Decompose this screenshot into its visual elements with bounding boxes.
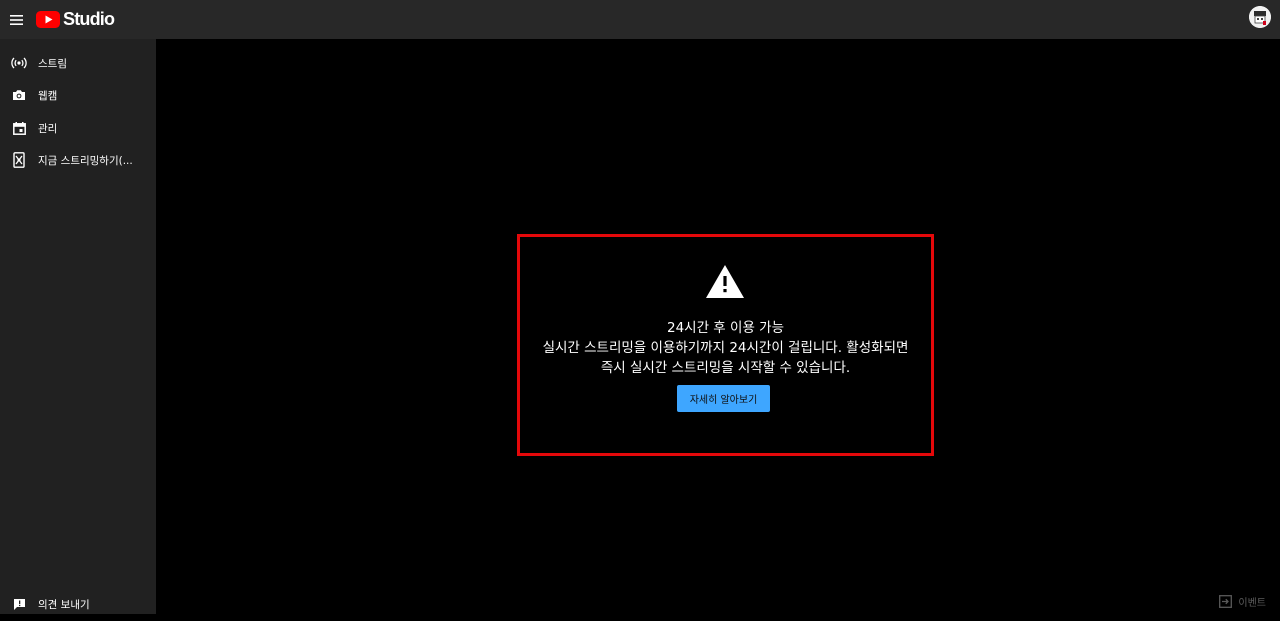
youtube-logo-icon — [36, 11, 60, 28]
calendar-icon — [0, 112, 38, 144]
sidebar-item-webcam[interactable]: 웹캠 — [0, 79, 156, 111]
send-feedback-label: 의견 보내기 — [38, 599, 90, 611]
avatar-image-icon — [1249, 6, 1271, 28]
send-feedback-button[interactable]: 의견 보내기 — [0, 595, 156, 614]
warning-icon — [706, 265, 744, 298]
alert-title: 24시간 후 이용 가능 — [667, 320, 784, 336]
logo-text: Studio — [63, 9, 115, 29]
alert-content: 24시간 후 이용 가능 실시간 스트리밍을 이용하기까지 24시간이 걸립니다… — [520, 237, 931, 453]
broadcast-icon — [0, 47, 38, 79]
exit-arrow-icon — [1219, 594, 1233, 608]
hamburger-menu-button[interactable] — [2, 0, 30, 39]
sidebar-item-stream[interactable]: 스트림 — [0, 47, 156, 79]
sidebar: 스트림 웹캠 관리 지금 스트리밍하기(... 의견 보내기 — [0, 39, 156, 614]
sidebar-item-stream-now[interactable]: 지금 스트리밍하기(... — [0, 144, 156, 176]
learn-more-button[interactable]: 자세히 알아보기 — [677, 385, 770, 412]
events-button[interactable]: 이벤트 — [1219, 593, 1266, 609]
camera-icon — [0, 79, 38, 111]
studio-logo[interactable]: Studio — [36, 9, 115, 30]
events-label: 이벤트 — [1238, 597, 1266, 609]
feedback-icon — [0, 589, 38, 621]
sidebar-item-label: 관리 — [38, 122, 58, 135]
mobile-stream-icon — [0, 144, 38, 176]
alert-description: 실시간 스트리밍을 이용하기까지 24시간이 걸립니다. 활성화되면 즉시 실시… — [542, 340, 909, 376]
sidebar-item-label: 지금 스트리밍하기(... — [38, 154, 133, 167]
sidebar-item-manage[interactable]: 관리 — [0, 112, 156, 144]
sidebar-item-label: 웹캠 — [38, 89, 58, 102]
availability-alert: 24시간 후 이용 가능 실시간 스트리밍을 이용하기까지 24시간이 걸립니다… — [517, 234, 934, 456]
account-avatar[interactable] — [1249, 6, 1271, 28]
top-bar: Studio — [0, 0, 1280, 39]
sidebar-item-label: 스트림 — [38, 57, 67, 70]
hamburger-icon — [9, 14, 23, 25]
